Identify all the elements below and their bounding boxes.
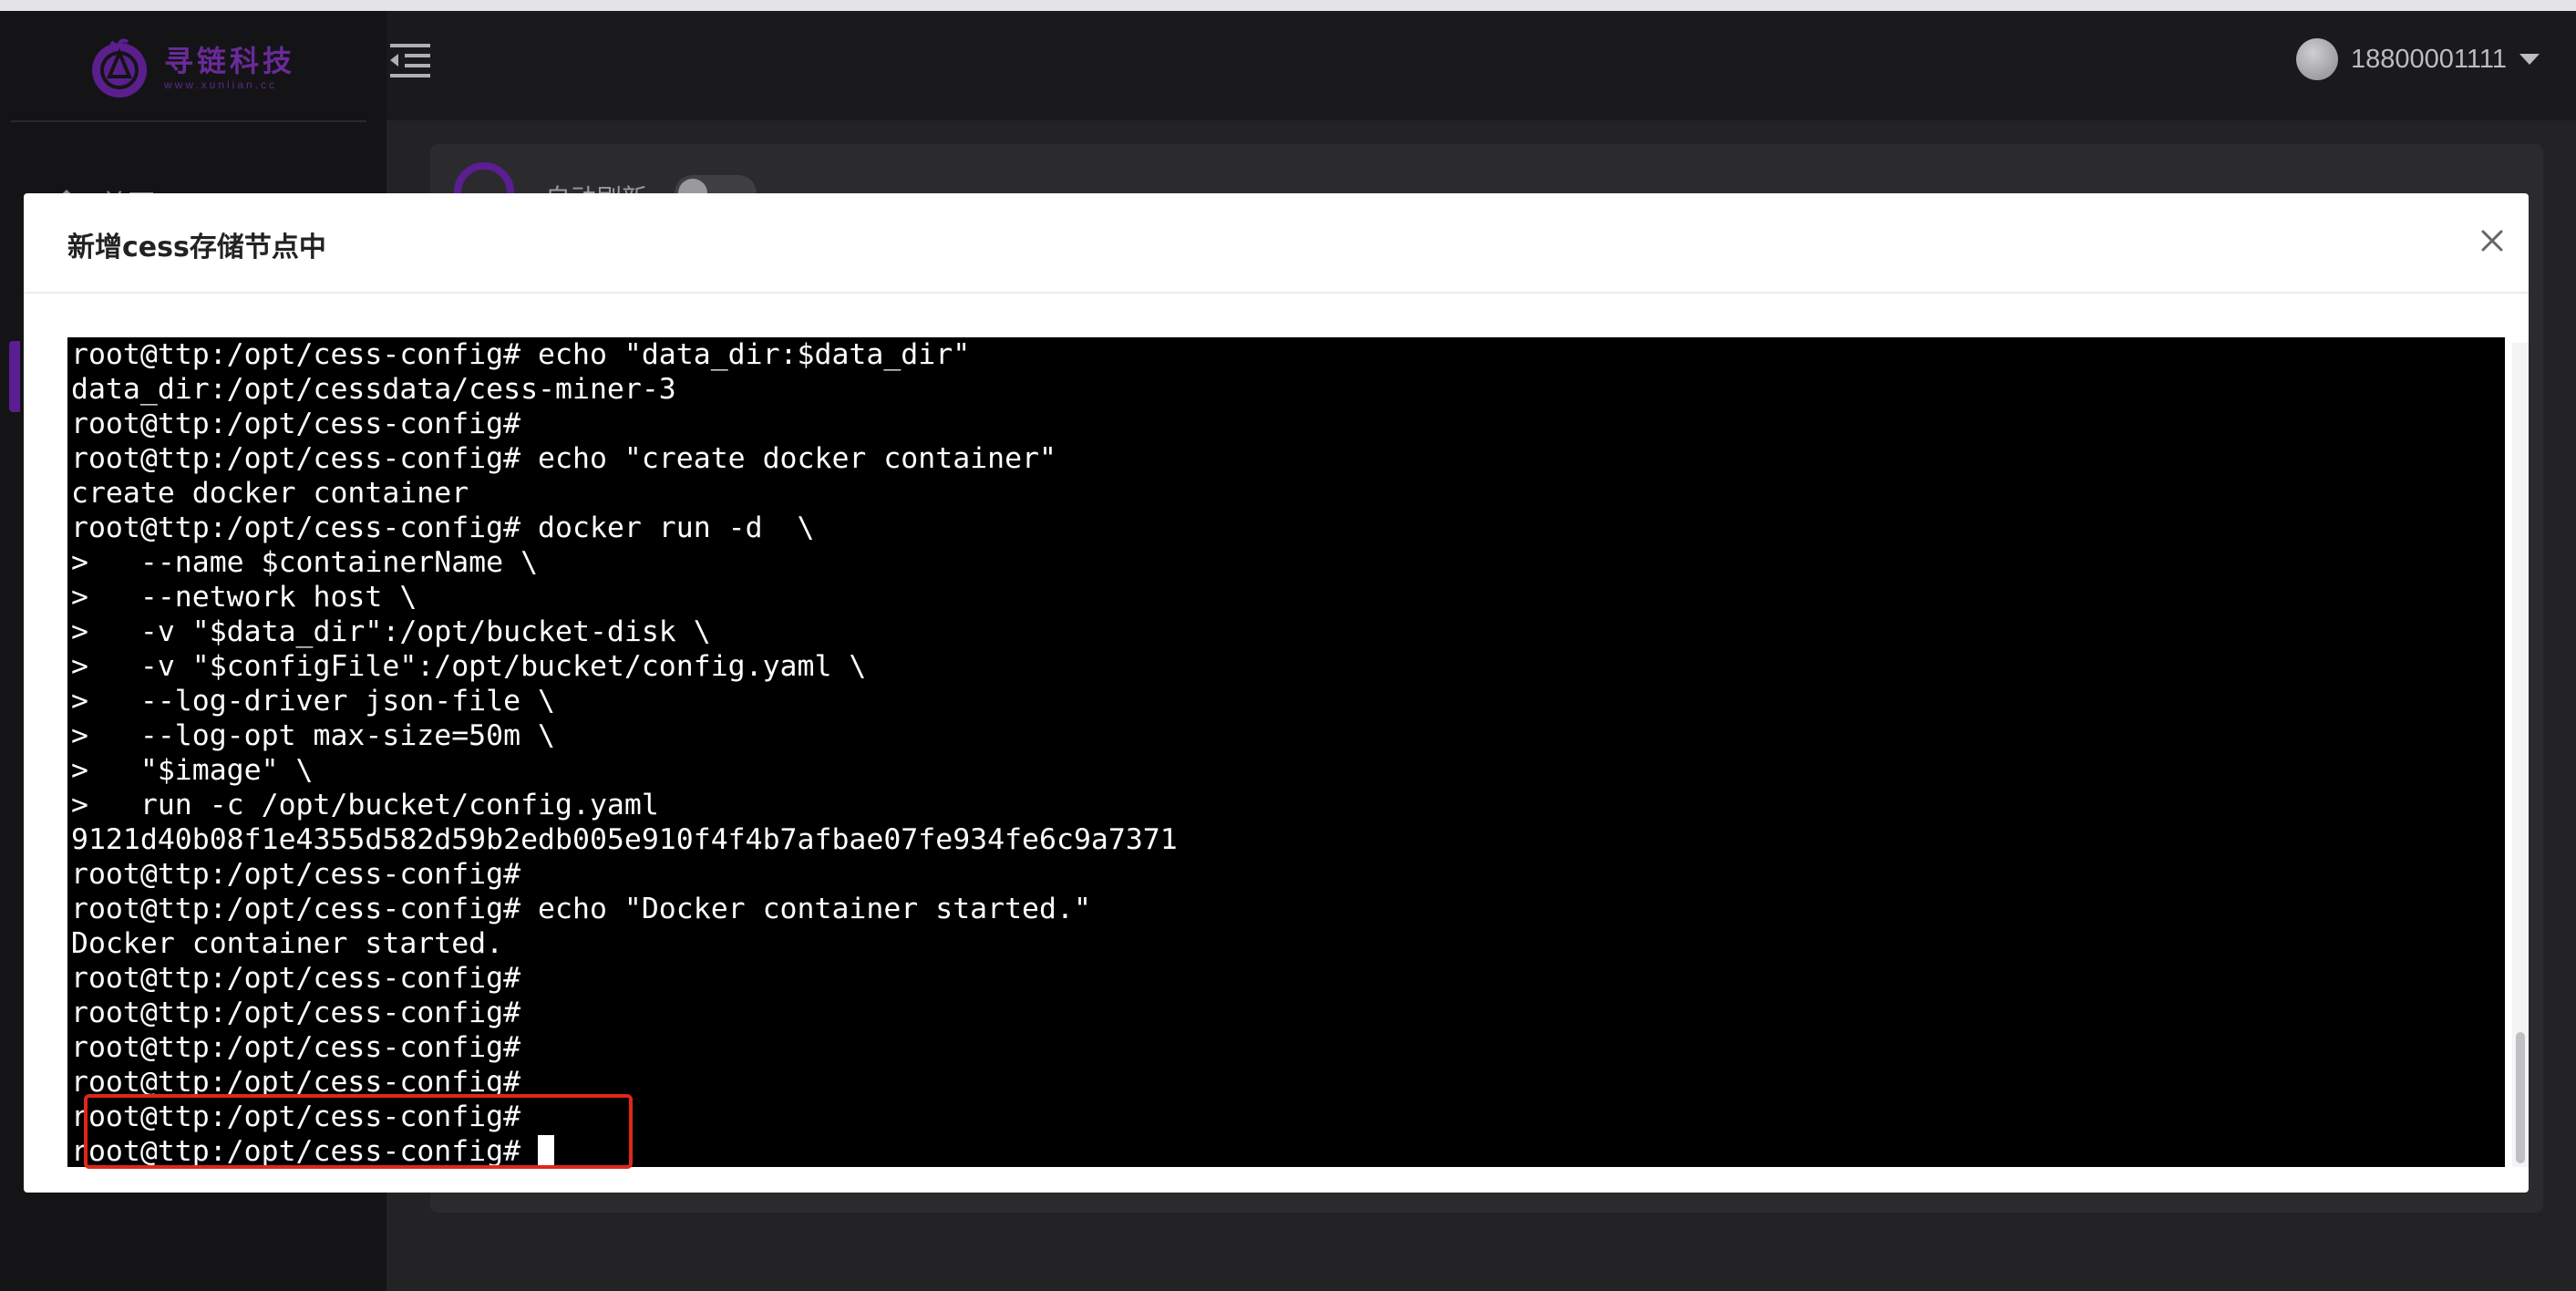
avatar (2296, 38, 2339, 80)
add-node-modal: 新增cess存储节点中 root@ttp:/opt/cess-config# e… (24, 193, 2529, 1193)
terminal-line: > run -c /opt/bucket/config.yaml (71, 789, 659, 821)
terminal-line: root@ttp:/opt/cess-config# docker run -d… (71, 511, 815, 544)
top-strip (0, 0, 2576, 11)
modal-header: 新增cess存储节点中 (24, 193, 2529, 294)
brand-name: 寻链科技 (164, 44, 296, 78)
terminal-line: root@ttp:/opt/cess-config# (71, 1031, 521, 1064)
terminal-line: > -v "$data_dir":/opt/bucket-disk \ (71, 615, 711, 648)
terminal-output[interactable]: root@ttp:/opt/cess-config# echo "data_di… (67, 337, 2505, 1167)
terminal-line: root@ttp:/opt/cess-config# echo "create … (71, 442, 1056, 475)
user-menu[interactable]: 18800001111 (2296, 38, 2540, 80)
terminal-line: root@ttp:/opt/cess-config# (71, 858, 521, 891)
terminal-line: > --network host \ (71, 581, 417, 614)
terminal-line: 9121d40b08f1e4355d582d59b2edb005e910f4f4… (71, 823, 1178, 856)
terminal-line: Docker container started. (71, 927, 504, 960)
terminal-line: > --log-opt max-size=50m \ (71, 719, 556, 752)
terminal-line: root@ttp:/opt/cess-config# (71, 962, 521, 995)
close-icon[interactable] (2474, 222, 2510, 259)
modal-title: 新增cess存储节点中 (67, 232, 326, 263)
terminal-line: root@ttp:/opt/cess-config# (71, 997, 521, 1029)
user-phone: 18800001111 (2351, 44, 2507, 74)
terminal-line: root@ttp:/opt/cess-config# (71, 408, 521, 440)
scrollbar-thumb[interactable] (2516, 1032, 2525, 1163)
terminal-line: > -v "$configFile":/opt/bucket/config.ya… (71, 650, 867, 683)
menu-fold-icon[interactable] (388, 40, 432, 80)
terminal-line: root@ttp:/opt/cess-config# echo "Docker … (71, 893, 1091, 925)
terminal-line: create docker container (71, 477, 469, 510)
highlight-annotation (84, 1094, 633, 1169)
sidebar-divider (11, 120, 366, 122)
sidebar-active-indicator (9, 341, 20, 412)
terminal-line: > --name $containerName \ (71, 546, 539, 579)
brand-logo[interactable]: 寻链科技 www.xunlian.cc (88, 36, 295, 100)
brand-url: www.xunlian.cc (164, 78, 278, 91)
terminal-line: > "$image" \ (71, 754, 314, 787)
terminal-line: root@ttp:/opt/cess-config# echo "data_di… (71, 338, 971, 371)
chevron-down-icon (2519, 54, 2540, 65)
brand-logo-icon (92, 38, 147, 98)
terminal-line: > --log-driver json-file \ (71, 685, 556, 718)
top-header (386, 11, 2576, 120)
terminal-line: data_dir:/opt/cessdata/cess-miner-3 (71, 373, 676, 406)
